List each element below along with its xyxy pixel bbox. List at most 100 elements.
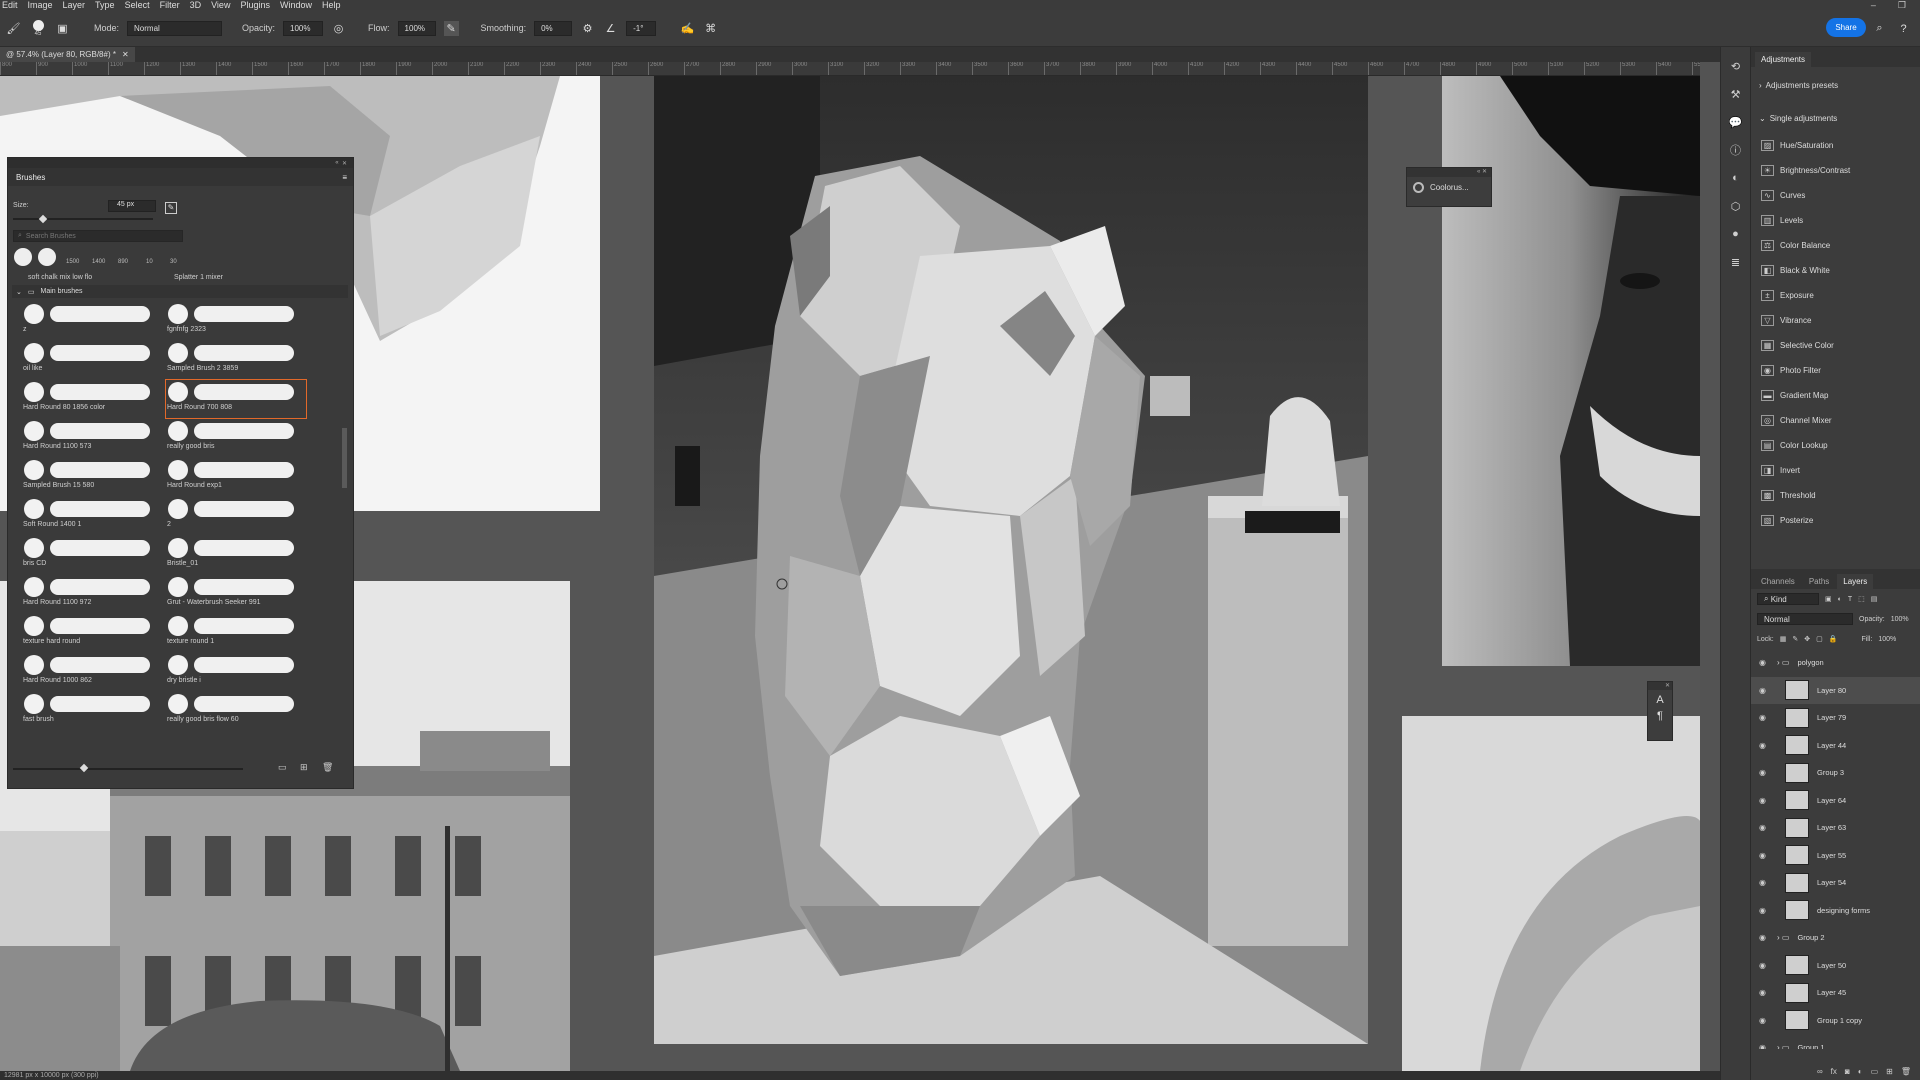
visibility-eye-icon[interactable]: ◉ [1759,906,1771,915]
lock-all-icon[interactable]: 🔒 [1829,635,1838,643]
pressure-opacity-icon[interactable]: ◎ [331,21,346,36]
recent-size-3[interactable]: 890 [118,259,128,265]
brush-preset[interactable]: really good bris flow 60 [166,692,306,730]
link-layers-icon[interactable]: ∞ [1817,1067,1823,1076]
filter-shape-icon[interactable]: ⬚ [1858,595,1865,603]
folder-icon[interactable]: › ▭ [1777,658,1789,667]
character-icon[interactable]: A [1648,694,1672,706]
opacity-field[interactable]: 100% [283,20,324,36]
size-slider-handle[interactable] [38,214,48,224]
thumb-size-handle[interactable] [79,763,89,773]
lock-pixels-icon[interactable]: ✎ [1792,635,1798,643]
visibility-eye-icon[interactable]: ◉ [1759,851,1771,860]
brush-settings-toggle-icon[interactable]: ✎ [165,202,177,214]
layer-row[interactable]: ◉ Layer 80 [1751,676,1920,704]
layer-kind-filter[interactable]: ⌕ Kind [1757,593,1819,605]
layer-row[interactable]: ◉ › ▭ Group 1 [1751,1034,1920,1049]
brush-preset[interactable]: Hard Round 1100 573 [22,419,162,457]
layer-row[interactable]: ◉ Layer 50 [1751,952,1920,980]
brush-tool-icon[interactable]: 🖌 [6,21,21,36]
adjustment-item[interactable]: ▩ Threshold [1751,483,1920,508]
visibility-eye-icon[interactable]: ◉ [1759,686,1771,695]
layer-style-icon[interactable]: fx [1831,1067,1837,1076]
new-group-icon[interactable]: ▭ [1871,1067,1879,1076]
brush-preset[interactable]: 2 [166,497,306,535]
adjustment-item[interactable]: ◉ Photo Filter [1751,358,1920,383]
size-slider-track[interactable] [13,218,153,220]
close-panel-icon[interactable]: ✕ [342,160,347,167]
recent-brush-2[interactable] [38,248,56,266]
recent-brush-1[interactable] [14,248,32,266]
coolorus-button[interactable]: Coolorus... [1407,177,1491,198]
brush-group-header[interactable]: ⌄ ▭ Main brushes [12,285,348,298]
adjustment-item[interactable]: ⚖ Color Balance [1751,233,1920,258]
adjustment-item[interactable]: ◧ Black & White [1751,258,1920,283]
brush-preset[interactable]: fgnfnfg 2323 [166,302,306,340]
brush-preset[interactable]: oil like [22,341,162,379]
adjustment-item[interactable]: ± Exposure [1751,283,1920,308]
new-brush-icon[interactable]: ⊞ [300,762,308,773]
adjustment-item[interactable]: ◎ Channel Mixer [1751,408,1920,433]
visibility-eye-icon[interactable]: ◉ [1759,713,1771,722]
adjustment-item[interactable]: ☀ Brightness/Contrast [1751,158,1920,183]
adjustment-layer-icon[interactable]: ◐ [1858,1067,1863,1076]
adjustment-item[interactable]: ▦ Selective Color [1751,333,1920,358]
search-icon[interactable]: ⌕ [1872,21,1887,36]
filter-smart-icon[interactable]: ▤ [1871,595,1878,603]
layer-row[interactable]: ◉ Layer 45 [1751,979,1920,1007]
layer-mask-icon[interactable]: ◙ [1845,1067,1850,1076]
menu-item-window[interactable]: Window [280,0,312,10]
brush-top-name-1[interactable]: soft chalk mix low flo [28,274,92,281]
brush-list-scrollbar[interactable] [342,428,347,488]
adjustment-presets-section[interactable]: › Adjustments presets [1751,67,1920,103]
menu-item-edit[interactable]: Edit [2,0,18,10]
properties-icon[interactable]: ≣ [1727,253,1745,271]
libraries-icon[interactable]: ◐ [1727,169,1745,187]
delete-layer-icon[interactable]: 🗑 [1901,1067,1911,1076]
brush-preset[interactable]: Sampled Brush 15 580 [22,458,162,496]
visibility-eye-icon[interactable]: ◉ [1759,961,1771,970]
menu-item-select[interactable]: Select [125,0,150,10]
pressure-size-icon[interactable]: ✍ [680,21,695,36]
comments-icon[interactable]: 💬 [1727,113,1745,131]
size-field[interactable]: 45 px [108,200,156,212]
brush-preset[interactable]: Sampled Brush 2 3859 [166,341,306,379]
adjustment-item[interactable]: ▥ Levels [1751,208,1920,233]
layer-row[interactable]: ◉ Layer 64 [1751,787,1920,815]
brush-preset[interactable]: really good bris [166,419,306,457]
layer-row[interactable]: ◉ Layer 55 [1751,842,1920,870]
lock-position-icon[interactable]: ✥ [1804,635,1810,643]
close-tab-icon[interactable]: ✕ [122,50,129,59]
airbrush-icon[interactable]: ✎ [443,20,459,36]
visibility-eye-icon[interactable]: ◉ [1759,988,1771,997]
layer-row[interactable]: ◉ Layer 54 [1751,869,1920,897]
brush-preset[interactable]: Hard Round 1000 862 [22,653,162,691]
single-adjustments-section[interactable]: ⌄ Single adjustments [1751,103,1920,133]
recent-size-2[interactable]: 1400 [92,259,105,265]
brush-preset[interactable]: Soft Round 1400 1 [22,497,162,535]
recent-size-1[interactable]: 1500 [66,259,79,265]
brush-preset[interactable]: Hard Round 700 808 [165,379,307,419]
layer-row[interactable]: ◉ Layer 44 [1751,732,1920,760]
menu-item-3d[interactable]: 3D [190,0,202,10]
adjustment-item[interactable]: ▤ Color Lookup [1751,433,1920,458]
adjustment-item[interactable]: ▨ Hue/Saturation [1751,133,1920,158]
visibility-eye-icon[interactable]: ◉ [1759,878,1771,887]
brush-preset[interactable]: bris CD [22,536,162,574]
3d-icon[interactable]: ⬡ [1727,197,1745,215]
folder-icon[interactable]: › ▭ [1777,933,1789,942]
delete-brush-icon[interactable]: 🗑 [322,762,333,773]
smoothing-field[interactable]: 0% [534,20,573,36]
new-group-icon[interactable]: ▭ [278,762,287,773]
brush-preset[interactable]: Bristle_01 [166,536,306,574]
adjustment-item[interactable]: ▬ Gradient Map [1751,383,1920,408]
folder-icon[interactable]: › ▭ [1777,1043,1789,1049]
menu-item-layer[interactable]: Layer [63,0,86,10]
layer-row[interactable]: ◉ Layer 79 [1751,704,1920,732]
recent-size-4[interactable]: 10 [146,259,153,265]
tab-layers[interactable]: Layers [1837,574,1874,589]
menu-item-filter[interactable]: Filter [160,0,180,10]
document-tab[interactable]: @ 57.4% (Layer 80, RGB/8#) * ✕ [0,47,135,62]
angle-field[interactable]: -1° [626,20,657,36]
visibility-eye-icon[interactable]: ◉ [1759,1016,1771,1025]
